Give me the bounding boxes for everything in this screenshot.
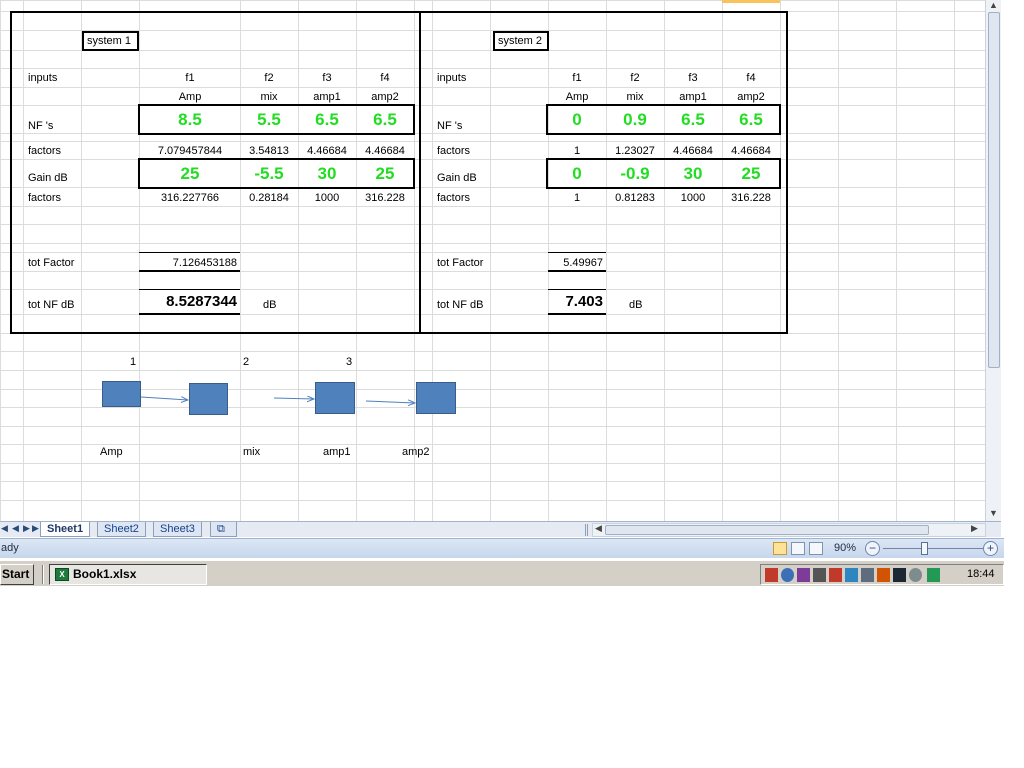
next-sheet-icon[interactable]: ▶ — [23, 523, 30, 534]
arrow-amp1-to-amp2[interactable] — [365, 401, 415, 403]
tab-split-handle[interactable] — [585, 524, 588, 536]
clock[interactable]: 18:44 — [967, 568, 995, 580]
zoom-out-icon[interactable]: − — [865, 541, 880, 556]
tray-settings-icon[interactable] — [861, 568, 874, 582]
tray-search-icon[interactable] — [781, 568, 794, 582]
zoom-in-icon[interactable]: + — [983, 541, 998, 556]
taskbar-divider — [42, 565, 44, 584]
scroll-left-icon[interactable]: ◀ — [595, 523, 602, 534]
taskbar-window-title: Book1.xlsx — [73, 567, 137, 581]
diagram-label-amp2[interactable]: amp2 — [402, 445, 430, 459]
first-sheet-icon[interactable]: ◀ — [1, 523, 8, 534]
vertical-scrollbar[interactable]: ▲ ▼ — [985, 0, 1001, 521]
horizontal-scrollbar[interactable]: ◀ ▶ — [592, 523, 986, 537]
tab-sheet2[interactable]: Sheet2 — [97, 522, 146, 537]
diagram-label-amp[interactable]: Amp — [100, 445, 123, 459]
prev-sheet-icon[interactable]: ◀ — [12, 523, 19, 534]
windows-taskbar: Start X Book1.xlsx 18:44 — [0, 560, 1004, 586]
status-bar: ady 90% − + — [0, 538, 1004, 558]
start-button[interactable]: Start — [0, 564, 34, 585]
sheet-tab-bar: ◀ ◀ ▶ ▶ Sheet1 Sheet2 Sheet3 ⧉ ◀ ▶ — [0, 521, 1001, 537]
zoom-slider-thumb[interactable] — [921, 542, 928, 555]
status-ready-text: ady — [1, 542, 19, 554]
tray-app-icon[interactable] — [829, 568, 842, 582]
zoom-level[interactable]: 90% — [834, 542, 856, 554]
system-tray: 18:44 — [760, 564, 1004, 585]
horizontal-scroll-thumb[interactable] — [605, 525, 929, 535]
diagram-label-mix[interactable]: mix — [243, 445, 260, 459]
scroll-down-icon[interactable]: ▼ — [989, 508, 998, 518]
tray-power-icon[interactable] — [927, 568, 940, 582]
tab-sheet1[interactable]: Sheet1 — [40, 522, 91, 537]
last-sheet-icon[interactable]: ▶ — [32, 523, 39, 534]
tray-connection-icon[interactable] — [845, 568, 858, 582]
normal-view-icon[interactable] — [773, 542, 787, 555]
arrow-amp-to-mix[interactable] — [140, 396, 188, 400]
diagram-label-amp1[interactable]: amp1 — [323, 445, 351, 459]
tray-tool-icon[interactable] — [893, 568, 906, 582]
scroll-up-icon[interactable]: ▲ — [989, 0, 998, 10]
tray-update-icon[interactable] — [909, 568, 922, 582]
page-layout-view-icon[interactable] — [791, 542, 805, 555]
taskbar-window-book1[interactable]: X Book1.xlsx — [49, 564, 207, 585]
tray-media-icon[interactable] — [877, 568, 890, 582]
page-break-view-icon[interactable] — [809, 542, 823, 555]
tab-sheet3[interactable]: Sheet3 — [153, 522, 202, 537]
vertical-scroll-thumb[interactable] — [988, 12, 1000, 368]
insert-sheet-icon[interactable]: ⧉ — [210, 522, 237, 537]
scroll-right-icon[interactable]: ▶ — [971, 523, 978, 534]
tray-network-icon[interactable] — [797, 568, 810, 582]
tray-volume-icon[interactable] — [813, 568, 826, 582]
diagram-arrows — [140, 0, 985, 521]
arrow-mix-to-amp1[interactable] — [273, 398, 314, 399]
worksheet-grid[interactable]: system 1 inputs f1 f2 f3 f4 Amp mix amp1… — [0, 0, 985, 521]
tray-antivirus-icon[interactable] — [765, 568, 778, 582]
excel-icon: X — [55, 568, 69, 581]
zoom-slider-track[interactable] — [883, 548, 983, 549]
